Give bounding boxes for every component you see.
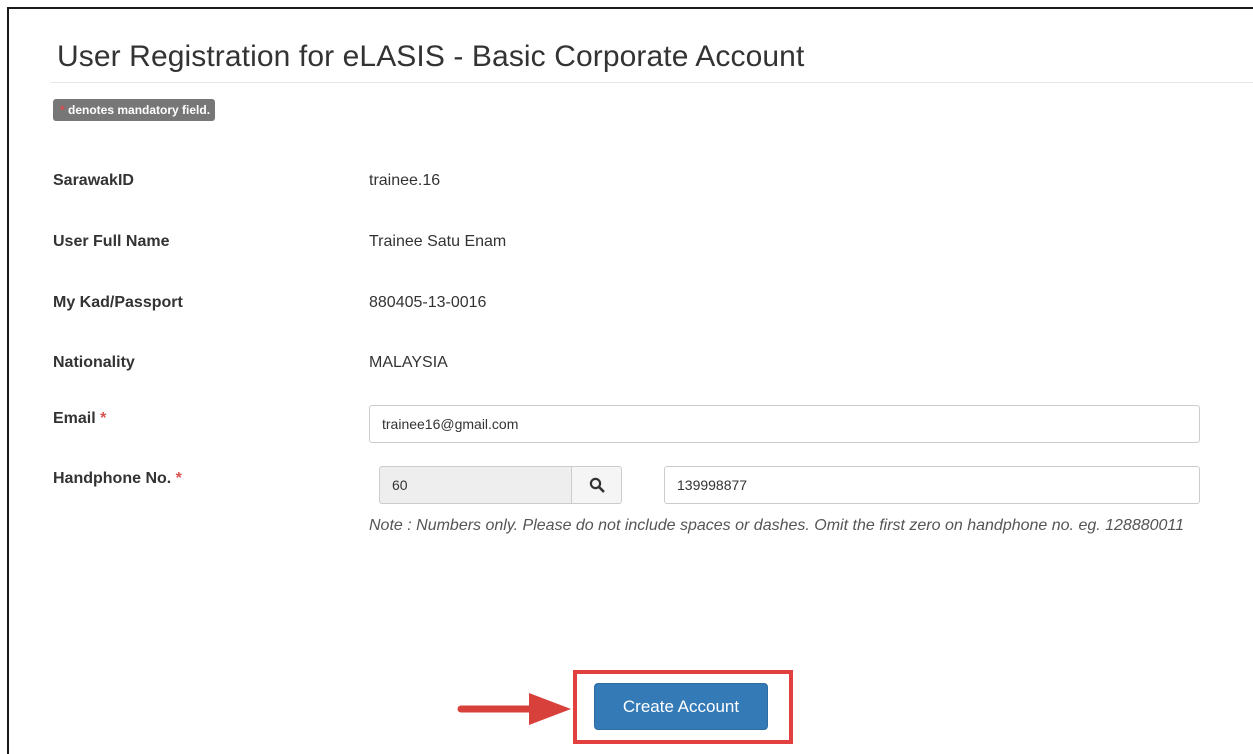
create-account-button[interactable]: Create Account [594, 683, 768, 730]
country-code-field[interactable] [379, 466, 571, 504]
sarawakid-label: SarawakID [53, 172, 134, 189]
sarawakid-value: trainee.16 [369, 172, 441, 189]
email-label: Email * [53, 410, 106, 428]
mandatory-note-text: denotes mandatory field. [64, 103, 211, 117]
email-label-text: Email [53, 410, 96, 427]
search-icon [589, 477, 604, 493]
nationality-label: Nationality [53, 354, 135, 371]
mandatory-field-badge: * denotes mandatory field. [53, 99, 216, 121]
nationality-value: MALAYSIA [369, 354, 448, 371]
page-title: User Registration for eLASIS - Basic Cor… [57, 40, 805, 73]
country-code-search-button[interactable] [571, 466, 622, 504]
handphone-label: Handphone No. * [53, 470, 182, 488]
title-divider [51, 82, 1253, 83]
full-name-value: Trainee Satu Enam [369, 233, 507, 250]
email-required-marker: * [95, 410, 107, 427]
mykad-passport-label: My Kad/Passport [53, 294, 183, 311]
email-field[interactable] [369, 405, 1200, 443]
handphone-label-text: Handphone No. [53, 470, 172, 487]
mykad-passport-value: 880405-13-0016 [369, 294, 487, 311]
handphone-required-marker: * [171, 470, 182, 487]
handphone-note: Note : Numbers only. Please do not inclu… [369, 517, 1185, 534]
handphone-number-field[interactable] [664, 466, 1200, 504]
pointer-arrow-icon [457, 693, 571, 725]
full-name-label: User Full Name [53, 233, 170, 250]
